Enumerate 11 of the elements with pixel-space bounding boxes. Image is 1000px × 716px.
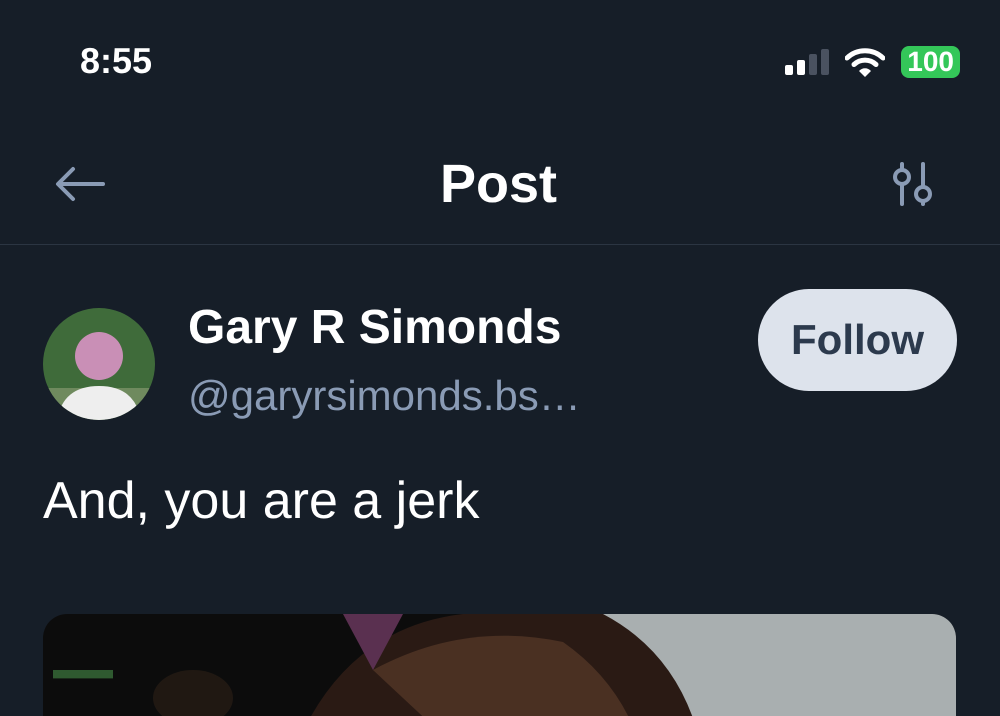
follow-button[interactable]: Follow xyxy=(758,289,957,391)
page-title: Post xyxy=(440,153,558,215)
sliders-icon[interactable] xyxy=(892,162,934,206)
back-arrow-icon[interactable] xyxy=(55,166,105,202)
post-text: And, you are a jerk xyxy=(43,471,480,532)
signal-icon xyxy=(785,49,830,75)
author-name[interactable]: Gary R Simonds xyxy=(188,288,758,368)
battery-indicator: 100 xyxy=(901,46,960,78)
status-time: 8:55 xyxy=(80,40,152,82)
author-handle[interactable]: @garyrsimonds.bs… xyxy=(188,368,758,424)
wifi-icon xyxy=(845,47,886,77)
